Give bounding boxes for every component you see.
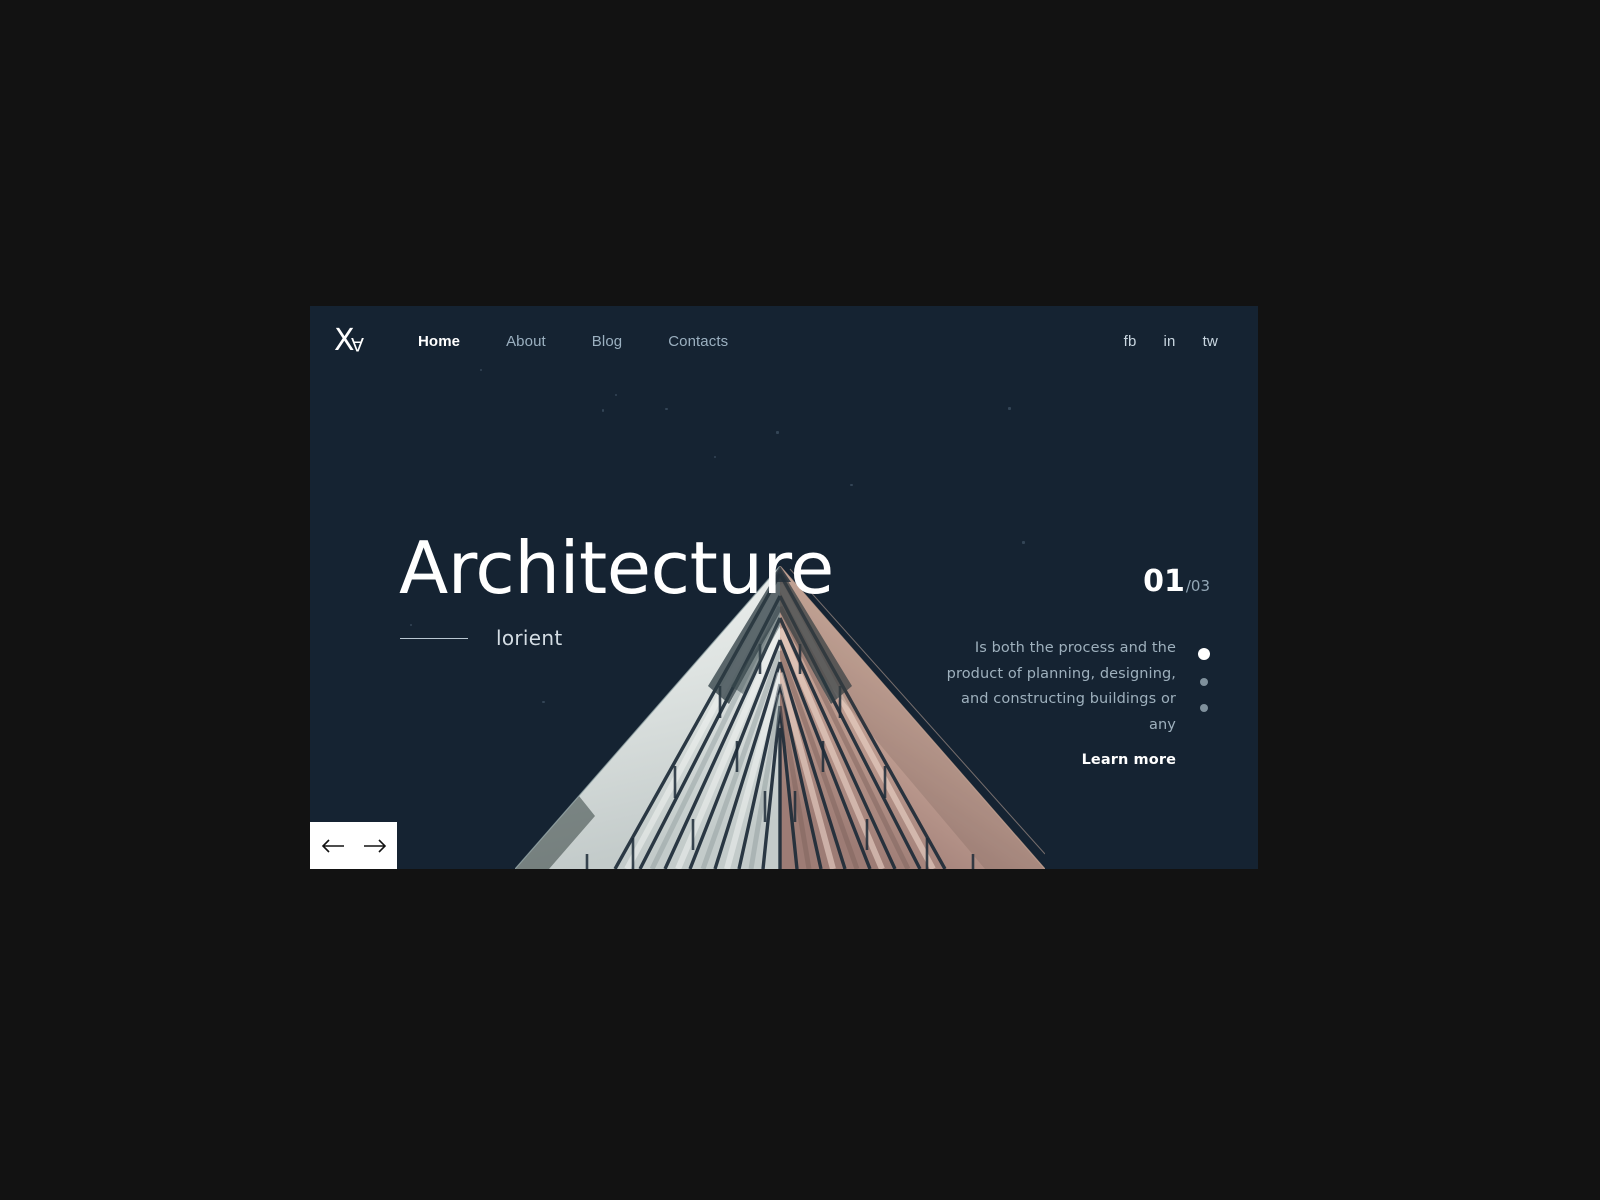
social-link-facebook[interactable]: fb: [1124, 333, 1137, 350]
background-speck: [602, 409, 604, 412]
slider-dot-2[interactable]: [1200, 678, 1208, 686]
subtitle-rule: [400, 637, 468, 639]
slider-dots: [1198, 636, 1210, 712]
social-link-twitter[interactable]: tw: [1203, 333, 1218, 350]
slider-arrow-controls: [310, 822, 397, 869]
nav-item-home[interactable]: Home: [418, 329, 460, 354]
background-speck: [1022, 541, 1025, 544]
background-speck: [850, 484, 853, 486]
hero-description-text: Is both the process and the product of p…: [946, 636, 1176, 769]
hero-title: Architecture: [399, 526, 834, 610]
slide-counter-current: 01: [1143, 564, 1185, 599]
background-speck: [776, 431, 779, 434]
hero-subtitle-row: lorient: [400, 626, 563, 650]
slider-prev-button[interactable]: [320, 834, 346, 858]
hero-subtitle: lorient: [496, 626, 563, 650]
logo-icon[interactable]: X A: [334, 321, 380, 361]
social-link-linkedin[interactable]: in: [1164, 333, 1176, 350]
background-speck: [615, 394, 617, 396]
nav-item-contacts[interactable]: Contacts: [668, 329, 728, 354]
nav-item-about[interactable]: About: [506, 329, 546, 354]
hero-slider-card: X A Home About Blog Contacts fb in tw Ar…: [310, 306, 1258, 869]
top-navigation: X A Home About Blog Contacts fb in tw: [310, 306, 1258, 376]
nav-links: Home About Blog Contacts: [418, 329, 774, 354]
background-speck: [1008, 407, 1011, 410]
slide-counter-total: /03: [1185, 577, 1210, 595]
social-links: fb in tw: [1097, 333, 1218, 350]
background-speck: [714, 456, 716, 458]
slide-counter: 01 /03: [1143, 564, 1210, 599]
hero-description-paragraph: Is both the process and the product of p…: [946, 640, 1176, 733]
hero-description-block: Is both the process and the product of p…: [946, 636, 1210, 769]
background-speck: [665, 408, 668, 410]
nav-item-blog[interactable]: Blog: [592, 329, 622, 354]
arrow-right-icon: [363, 838, 387, 853]
learn-more-link[interactable]: Learn more: [1082, 752, 1176, 768]
slider-dot-3[interactable]: [1200, 704, 1208, 712]
slider-next-button[interactable]: [362, 834, 388, 858]
arrow-left-icon: [321, 838, 345, 853]
slider-dot-1[interactable]: [1198, 648, 1210, 660]
logo-letter-a-rotated: A: [351, 333, 364, 355]
page-root: X A Home About Blog Contacts fb in tw Ar…: [0, 0, 1600, 1200]
